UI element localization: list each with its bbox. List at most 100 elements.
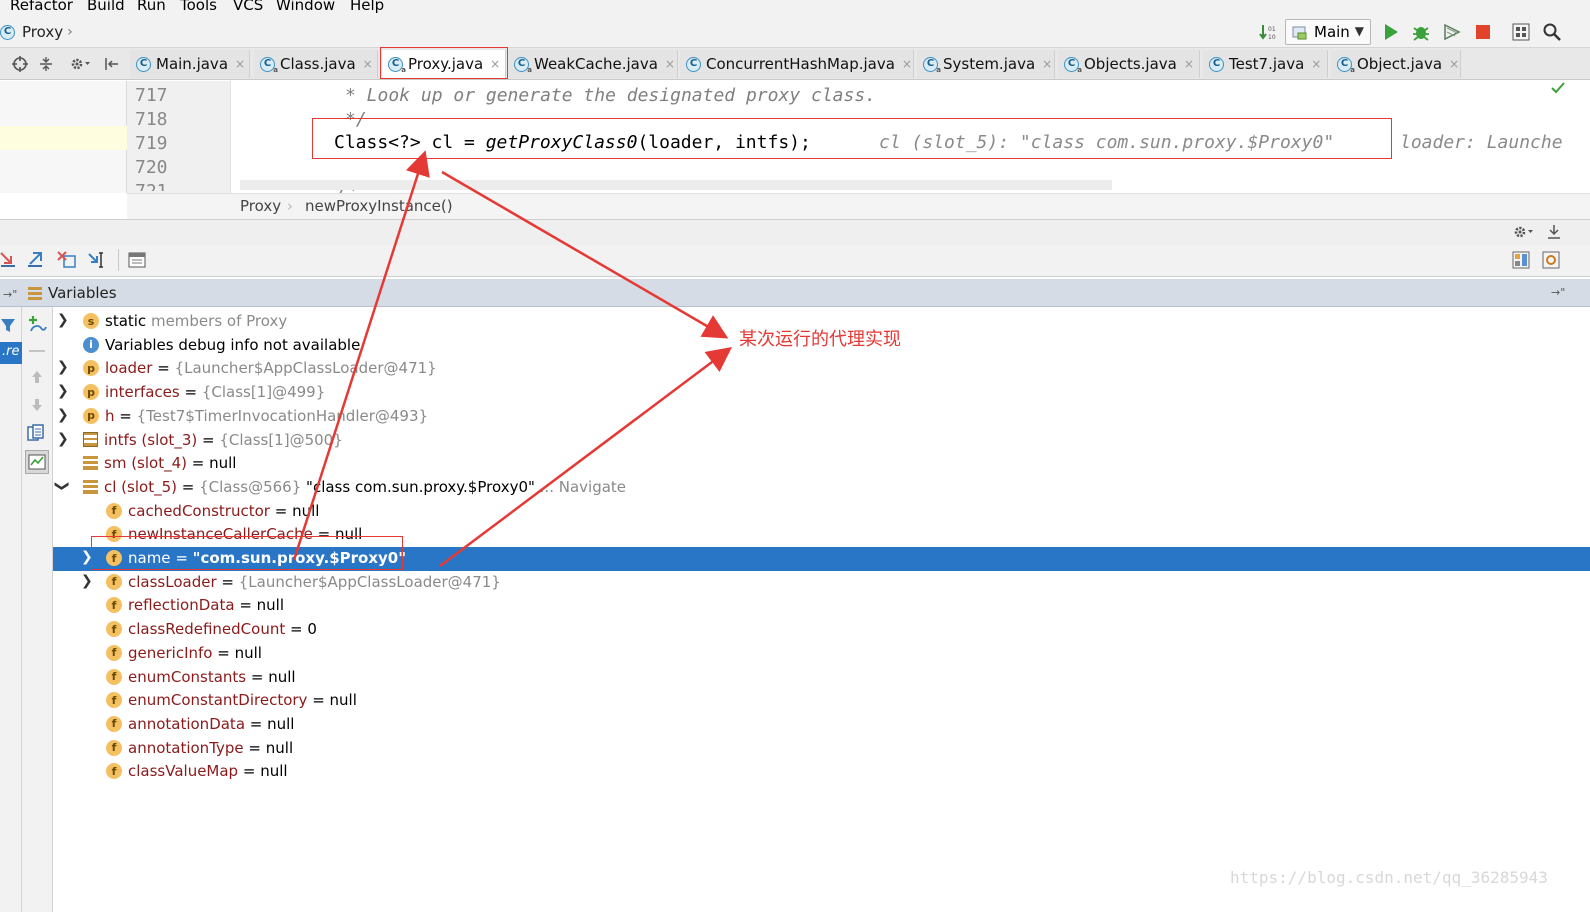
expand-arrow-icon[interactable]: ❯: [57, 312, 69, 328]
close-icon[interactable]: ×: [490, 57, 500, 71]
tree-row[interactable]: f annotationType = null: [53, 737, 1590, 761]
tab-main-java[interactable]: C Main.java ×: [130, 50, 250, 78]
new-watch-icon[interactable]: [27, 315, 47, 337]
debug-icon[interactable]: [1409, 20, 1433, 44]
expand-arrow-icon[interactable]: ❯: [57, 431, 69, 447]
close-icon[interactable]: ×: [902, 57, 912, 71]
remove-watch-icon[interactable]: [29, 350, 45, 352]
gear-icon[interactable]: [1512, 224, 1534, 244]
tree-row[interactable]: f annotationData = null: [53, 713, 1590, 737]
pin-panel-icon[interactable]: →": [1551, 286, 1565, 299]
crosshair-icon[interactable]: [10, 54, 30, 74]
tab-test7-java[interactable]: C Test7.java ×: [1203, 50, 1328, 78]
code-editor[interactable]: 717 718 719 720 721 * Look up or generat…: [0, 81, 1590, 193]
tree-row[interactable]: ❯ p loader = {Launcher$AppClassLoader@471…: [53, 357, 1590, 381]
coverage-icon[interactable]: [1440, 20, 1464, 44]
tab-system-java[interactable]: Ca System.java ×: [917, 50, 1055, 78]
var-eq: =: [245, 714, 268, 733]
stop-icon[interactable]: [1472, 20, 1494, 44]
expand-arrow-icon[interactable]: ❯: [81, 549, 93, 565]
close-icon[interactable]: ×: [235, 57, 245, 71]
run-configuration-selector[interactable]: Main ▼: [1285, 19, 1371, 45]
menu-window[interactable]: Window: [276, 0, 335, 14]
tree-row[interactable]: ❯ p interfaces = {Class[1]@499}: [53, 381, 1590, 405]
breadcrumb-class[interactable]: Proxy: [240, 197, 281, 215]
line-number: 721: [135, 181, 168, 191]
step-out-icon[interactable]: [27, 251, 45, 273]
var-value: {Class[1]@499}: [201, 383, 326, 402]
search-icon[interactable]: [1540, 20, 1564, 44]
tree-row[interactable]: ❯ ph = {Test7$TimerInvocationHandler@493…: [53, 405, 1590, 429]
breadcrumb-method[interactable]: newProxyInstance(): [305, 197, 453, 215]
frame-item[interactable]: .re: [0, 342, 22, 364]
tree-row[interactable]: ❯ f classLoader = {Launcher$AppClassLoade…: [53, 571, 1590, 595]
collapse-icon[interactable]: [36, 54, 56, 74]
close-icon[interactable]: ×: [1311, 57, 1321, 71]
var-name: reflectionData: [128, 596, 235, 615]
editor-breadcrumb: Proxy › newProxyInstance(): [127, 193, 1590, 219]
tab-class-java[interactable]: Ca Class.java ×: [254, 50, 378, 78]
drop-frame-icon[interactable]: [57, 251, 77, 273]
tree-row[interactable]: sm (slot_4) = null: [53, 452, 1590, 476]
move-down-icon[interactable]: [29, 397, 45, 417]
menu-vcs[interactable]: VCS: [233, 0, 263, 14]
tab-proxy-java[interactable]: Ca Proxy.java ×: [382, 50, 506, 78]
tree-row-selected[interactable]: ❯ f name = "com.sun.proxy.$Proxy0": [53, 547, 1590, 571]
layout-icon[interactable]: [1512, 251, 1530, 273]
close-icon[interactable]: ×: [1042, 57, 1052, 71]
expand-arrow-icon[interactable]: ❯: [57, 383, 69, 399]
tree-row[interactable]: f enumConstantDirectory = null: [53, 689, 1590, 713]
variables-tree[interactable]: ❯ s static members of Proxy i Variables de…: [53, 307, 1590, 912]
info-icon: i: [83, 336, 99, 353]
code-suffix: (loader, intfs);: [637, 132, 811, 153]
line-number: 720: [135, 157, 168, 178]
move-up-icon[interactable]: [29, 369, 45, 389]
close-icon[interactable]: ×: [1184, 57, 1194, 71]
run-to-cursor-icon[interactable]: [88, 251, 108, 273]
tree-row[interactable]: ❯ cl (slot_5) = {Class@566} "class com.s…: [53, 476, 1590, 500]
show-values-inline-icon[interactable]: [25, 450, 49, 474]
pin-icon[interactable]: [100, 54, 122, 74]
copy-icon[interactable]: [27, 424, 45, 446]
filter-icon[interactable]: [0, 317, 16, 337]
nav-breadcrumb[interactable]: C Proxy ›: [0, 20, 73, 44]
tab-concurrenthashmap-java[interactable]: C ConcurrentHashMap.java ×: [680, 50, 914, 78]
tree-row[interactable]: f classValueMap = null: [53, 760, 1590, 784]
tab-weakcache-java[interactable]: Ca WeakCache.java ×: [508, 50, 678, 78]
horizontal-scrollbar[interactable]: [240, 180, 1112, 190]
gear-icon[interactable]: [66, 54, 94, 74]
tab-label: Proxy.java: [408, 55, 484, 73]
run-icon[interactable]: [1380, 20, 1402, 44]
tab-objects-java[interactable]: Ca Objects.java ×: [1058, 50, 1200, 78]
tree-row[interactable]: f enumConstants = null: [53, 666, 1590, 690]
tree-row[interactable]: f genericInfo = null: [53, 642, 1590, 666]
expand-arrow-icon[interactable]: ❯: [57, 407, 69, 423]
expand-arrow-icon[interactable]: ❯: [81, 573, 93, 589]
close-icon[interactable]: ×: [363, 57, 373, 71]
var-eq: =: [243, 738, 266, 757]
project-structure-icon[interactable]: [1509, 20, 1533, 44]
sort-icon[interactable]: 01 10: [1257, 20, 1279, 44]
step-into-icon[interactable]: [0, 251, 18, 273]
tree-row[interactable]: f newInstanceCallerCache = null: [53, 523, 1590, 547]
evaluate-expression-icon[interactable]: [128, 252, 146, 272]
close-icon[interactable]: ×: [665, 57, 675, 71]
restore-layout-icon[interactable]: →": [3, 288, 17, 301]
menu-run[interactable]: Run: [137, 0, 166, 14]
collapse-arrow-icon[interactable]: ❯: [54, 480, 70, 492]
close-icon[interactable]: ×: [1449, 57, 1459, 71]
settings-restore-icon[interactable]: [1542, 251, 1560, 273]
hide-panel-icon[interactable]: [1546, 224, 1562, 244]
menu-refactor[interactable]: Refactor: [10, 0, 73, 14]
navigate-link[interactable]: ... Navigate: [535, 478, 626, 496]
menu-help[interactable]: Help: [350, 0, 384, 14]
tree-row[interactable]: f cachedConstructor = null: [53, 500, 1590, 524]
menu-tools[interactable]: Tools: [180, 0, 217, 14]
tab-object-java[interactable]: Ca Object.java ×: [1331, 50, 1461, 78]
expand-arrow-icon[interactable]: ❯: [57, 359, 69, 375]
tree-row[interactable]: ❯ intfs (slot_3) = {Class[1]@500}: [53, 429, 1590, 453]
menu-build[interactable]: Build: [87, 0, 125, 14]
tree-row[interactable]: f classRedefinedCount = 0: [53, 618, 1590, 642]
var-eq: =: [307, 691, 330, 710]
tree-row[interactable]: f reflectionData = null: [53, 594, 1590, 618]
